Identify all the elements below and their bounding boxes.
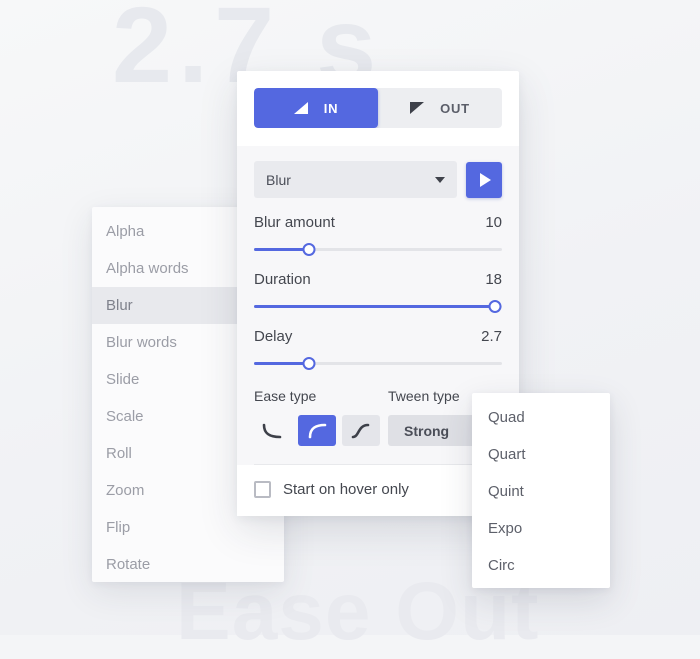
ease-out-curve-icon [308, 423, 327, 438]
ease-type-group: Ease type [254, 388, 388, 446]
slider-blur-amount-thumb[interactable] [302, 243, 316, 256]
slider-duration-thumb[interactable] [488, 300, 502, 313]
dropdown-item-circ[interactable]: Circ [472, 547, 610, 584]
direction-toggle-group: IN OUT [237, 71, 519, 146]
direction-in-button[interactable]: IN [254, 88, 378, 128]
effect-select[interactable]: Blur [254, 161, 457, 198]
sidebar-item-rotate[interactable]: Rotate [92, 546, 284, 582]
slider-delay-thumb[interactable] [302, 357, 316, 370]
play-icon [479, 172, 491, 187]
slider-duration-track[interactable] [254, 299, 502, 315]
direction-out-button[interactable]: OUT [378, 88, 502, 128]
slider-blur-amount: Blur amount 10 [254, 214, 502, 258]
slider-delay-label: Delay [254, 328, 293, 345]
dropdown-item-expo[interactable]: Expo [472, 510, 610, 547]
curve-type-row: Ease type Tween type Strong [254, 385, 502, 446]
slider-delay-head: Delay 2.7 [254, 328, 502, 345]
direction-in-label: IN [323, 100, 339, 116]
triangle-in-icon [293, 102, 308, 114]
slider-duration: Duration 18 [254, 271, 502, 315]
direction-out-label: OUT [440, 100, 470, 116]
slider-blur-amount-label: Blur amount [254, 214, 335, 231]
ease-out-button[interactable] [298, 415, 336, 446]
dropdown-item-quint[interactable]: Quint [472, 473, 610, 510]
ease-in-curve-icon [262, 423, 282, 438]
ease-type-label: Ease type [254, 388, 317, 404]
slider-delay-track[interactable] [254, 356, 502, 372]
slider-duration-value: 18 [485, 271, 502, 288]
ease-in-out-curve-icon [351, 423, 370, 438]
effect-select-value: Blur [266, 171, 291, 188]
slider-duration-head: Duration 18 [254, 271, 502, 288]
slider-duration-label: Duration [254, 271, 311, 288]
ease-in-out-button[interactable] [342, 415, 380, 446]
slider-blur-amount-fill [254, 248, 309, 251]
slider-delay-value: 2.7 [481, 328, 502, 345]
dropdown-item-quart[interactable]: Quart [472, 436, 610, 473]
slider-delay: Delay 2.7 [254, 328, 502, 372]
dropdown-item-quad[interactable]: Quad [472, 399, 610, 436]
triangle-out-icon [410, 102, 425, 114]
tween-type-value: Strong [404, 422, 450, 439]
start-on-hover-label[interactable]: Start on hover only [283, 481, 409, 498]
tween-type-dropdown: Quad Quart Quint Expo Circ [472, 393, 610, 588]
slider-blur-amount-track[interactable] [254, 242, 502, 258]
preview-play-button[interactable] [466, 161, 502, 198]
effect-select-row: Blur [254, 161, 502, 198]
slider-duration-fill [254, 305, 495, 308]
slider-blur-amount-head: Blur amount 10 [254, 214, 502, 231]
ease-in-button[interactable] [254, 415, 292, 446]
slider-delay-fill [254, 362, 309, 365]
chevron-down-icon [435, 176, 445, 183]
slider-blur-amount-value: 10 [485, 214, 502, 231]
start-on-hover-checkbox[interactable] [254, 481, 271, 498]
